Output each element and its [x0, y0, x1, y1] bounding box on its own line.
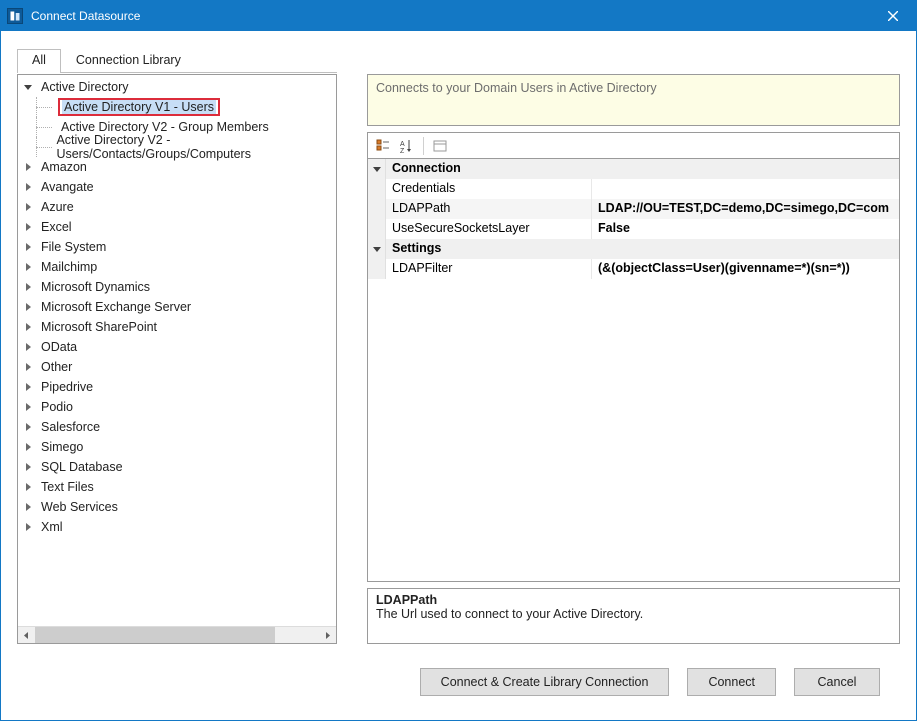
- dialog-footer: Connect & Create Library Connection Conn…: [17, 644, 900, 720]
- description-text: Connects to your Domain Users in Active …: [376, 81, 657, 95]
- dialog-body: All Connection Library Active Directory: [1, 31, 916, 720]
- scroll-left-icon[interactable]: [18, 627, 35, 644]
- property-help: LDAPPath The Url used to connect to your…: [367, 588, 900, 644]
- connect-button[interactable]: Connect: [687, 668, 776, 696]
- dialog-window: Connect Datasource All Connection Librar…: [0, 0, 917, 721]
- tree-node[interactable]: Excel: [18, 217, 336, 237]
- tree-node[interactable]: Salesforce: [18, 417, 336, 437]
- tree-node[interactable]: Microsoft SharePoint: [18, 317, 336, 337]
- chevron-right-icon: [26, 163, 31, 171]
- tree-node[interactable]: Other: [18, 357, 336, 377]
- chevron-right-icon: [26, 283, 31, 291]
- tabstrip: All Connection Library: [17, 49, 337, 73]
- tree-node[interactable]: Simego: [18, 437, 336, 457]
- chevron-right-icon: [26, 323, 31, 331]
- chevron-right-icon: [26, 383, 31, 391]
- tree-container: Active Directory Active Directory V1 - U…: [17, 74, 337, 644]
- chevron-down-icon: [373, 167, 381, 172]
- tab-all[interactable]: All: [17, 49, 61, 73]
- cancel-button[interactable]: Cancel: [794, 668, 880, 696]
- tree-node[interactable]: Mailchimp: [18, 257, 336, 277]
- tree-node[interactable]: Pipedrive: [18, 377, 336, 397]
- chevron-right-icon: [26, 483, 31, 491]
- chevron-right-icon: [26, 343, 31, 351]
- chevron-right-icon: [26, 363, 31, 371]
- chevron-right-icon: [26, 203, 31, 211]
- tree-node-active-directory[interactable]: Active Directory: [18, 77, 336, 97]
- tree-node[interactable]: Microsoft Dynamics: [18, 277, 336, 297]
- tree-node[interactable]: Podio: [18, 397, 336, 417]
- app-icon: [7, 8, 23, 24]
- chevron-right-icon: [26, 263, 31, 271]
- alphabetical-view-icon[interactable]: AZ: [396, 136, 418, 156]
- chevron-right-icon: [26, 223, 31, 231]
- tree-node[interactable]: Text Files: [18, 477, 336, 497]
- property-pages-icon[interactable]: [429, 136, 451, 156]
- chevron-right-icon: [26, 523, 31, 531]
- tree-node[interactable]: SQL Database: [18, 457, 336, 477]
- scroll-right-icon[interactable]: [319, 627, 336, 644]
- property-row[interactable]: LDAPPath LDAP://OU=TEST,DC=demo,DC=simeg…: [368, 199, 899, 219]
- highlight-box: Active Directory V1 - Users: [58, 98, 220, 116]
- close-button[interactable]: [870, 1, 916, 31]
- horizontal-scrollbar[interactable]: [18, 626, 336, 643]
- scroll-thumb[interactable]: [35, 627, 275, 644]
- tree-item[interactable]: Active Directory V2 - Users/Contacts/Gro…: [18, 137, 336, 157]
- property-row[interactable]: LDAPFilter (&(objectClass=User)(givennam…: [368, 259, 899, 279]
- tree-node[interactable]: Avangate: [18, 177, 336, 197]
- tree-node[interactable]: File System: [18, 237, 336, 257]
- categorized-view-icon[interactable]: [372, 136, 394, 156]
- toolbar-separator: [423, 137, 424, 155]
- datasource-tree[interactable]: Active Directory Active Directory V1 - U…: [18, 75, 336, 626]
- svg-text:Z: Z: [400, 148, 405, 153]
- tree-item[interactable]: Active Directory V1 - Users: [18, 97, 336, 117]
- chevron-down-icon: [373, 247, 381, 252]
- property-category[interactable]: Settings: [368, 239, 899, 259]
- chevron-right-icon: [26, 243, 31, 251]
- scroll-track[interactable]: [35, 627, 319, 644]
- chevron-down-icon: [24, 85, 32, 90]
- property-row[interactable]: Credentials: [368, 179, 899, 199]
- tree-node[interactable]: Microsoft Exchange Server: [18, 297, 336, 317]
- property-grid[interactable]: Connection Credentials LDAPPath LDAP://O…: [367, 158, 900, 582]
- right-panel: Connects to your Domain Users in Active …: [367, 49, 900, 644]
- tree-node[interactable]: Xml: [18, 517, 336, 537]
- chevron-right-icon: [26, 183, 31, 191]
- property-category[interactable]: Connection: [368, 159, 899, 179]
- tree-node[interactable]: OData: [18, 337, 336, 357]
- chevron-right-icon: [26, 403, 31, 411]
- tree-node[interactable]: Azure: [18, 197, 336, 217]
- connect-create-library-button[interactable]: Connect & Create Library Connection: [420, 668, 670, 696]
- chevron-right-icon: [26, 503, 31, 511]
- property-row[interactable]: UseSecureSocketsLayer False: [368, 219, 899, 239]
- titlebar: Connect Datasource: [1, 1, 916, 31]
- left-panel: All Connection Library Active Directory: [17, 49, 337, 644]
- help-title: LDAPPath: [376, 593, 891, 607]
- description-banner: Connects to your Domain Users in Active …: [367, 74, 900, 126]
- chevron-right-icon: [26, 443, 31, 451]
- chevron-right-icon: [26, 423, 31, 431]
- tree-node[interactable]: Web Services: [18, 497, 336, 517]
- chevron-right-icon: [26, 303, 31, 311]
- chevron-right-icon: [26, 463, 31, 471]
- window-title: Connect Datasource: [31, 9, 140, 23]
- svg-text:A: A: [400, 141, 405, 148]
- property-toolbar: AZ: [367, 132, 900, 158]
- tab-connection-library[interactable]: Connection Library: [61, 49, 196, 73]
- help-text: The Url used to connect to your Active D…: [376, 607, 891, 621]
